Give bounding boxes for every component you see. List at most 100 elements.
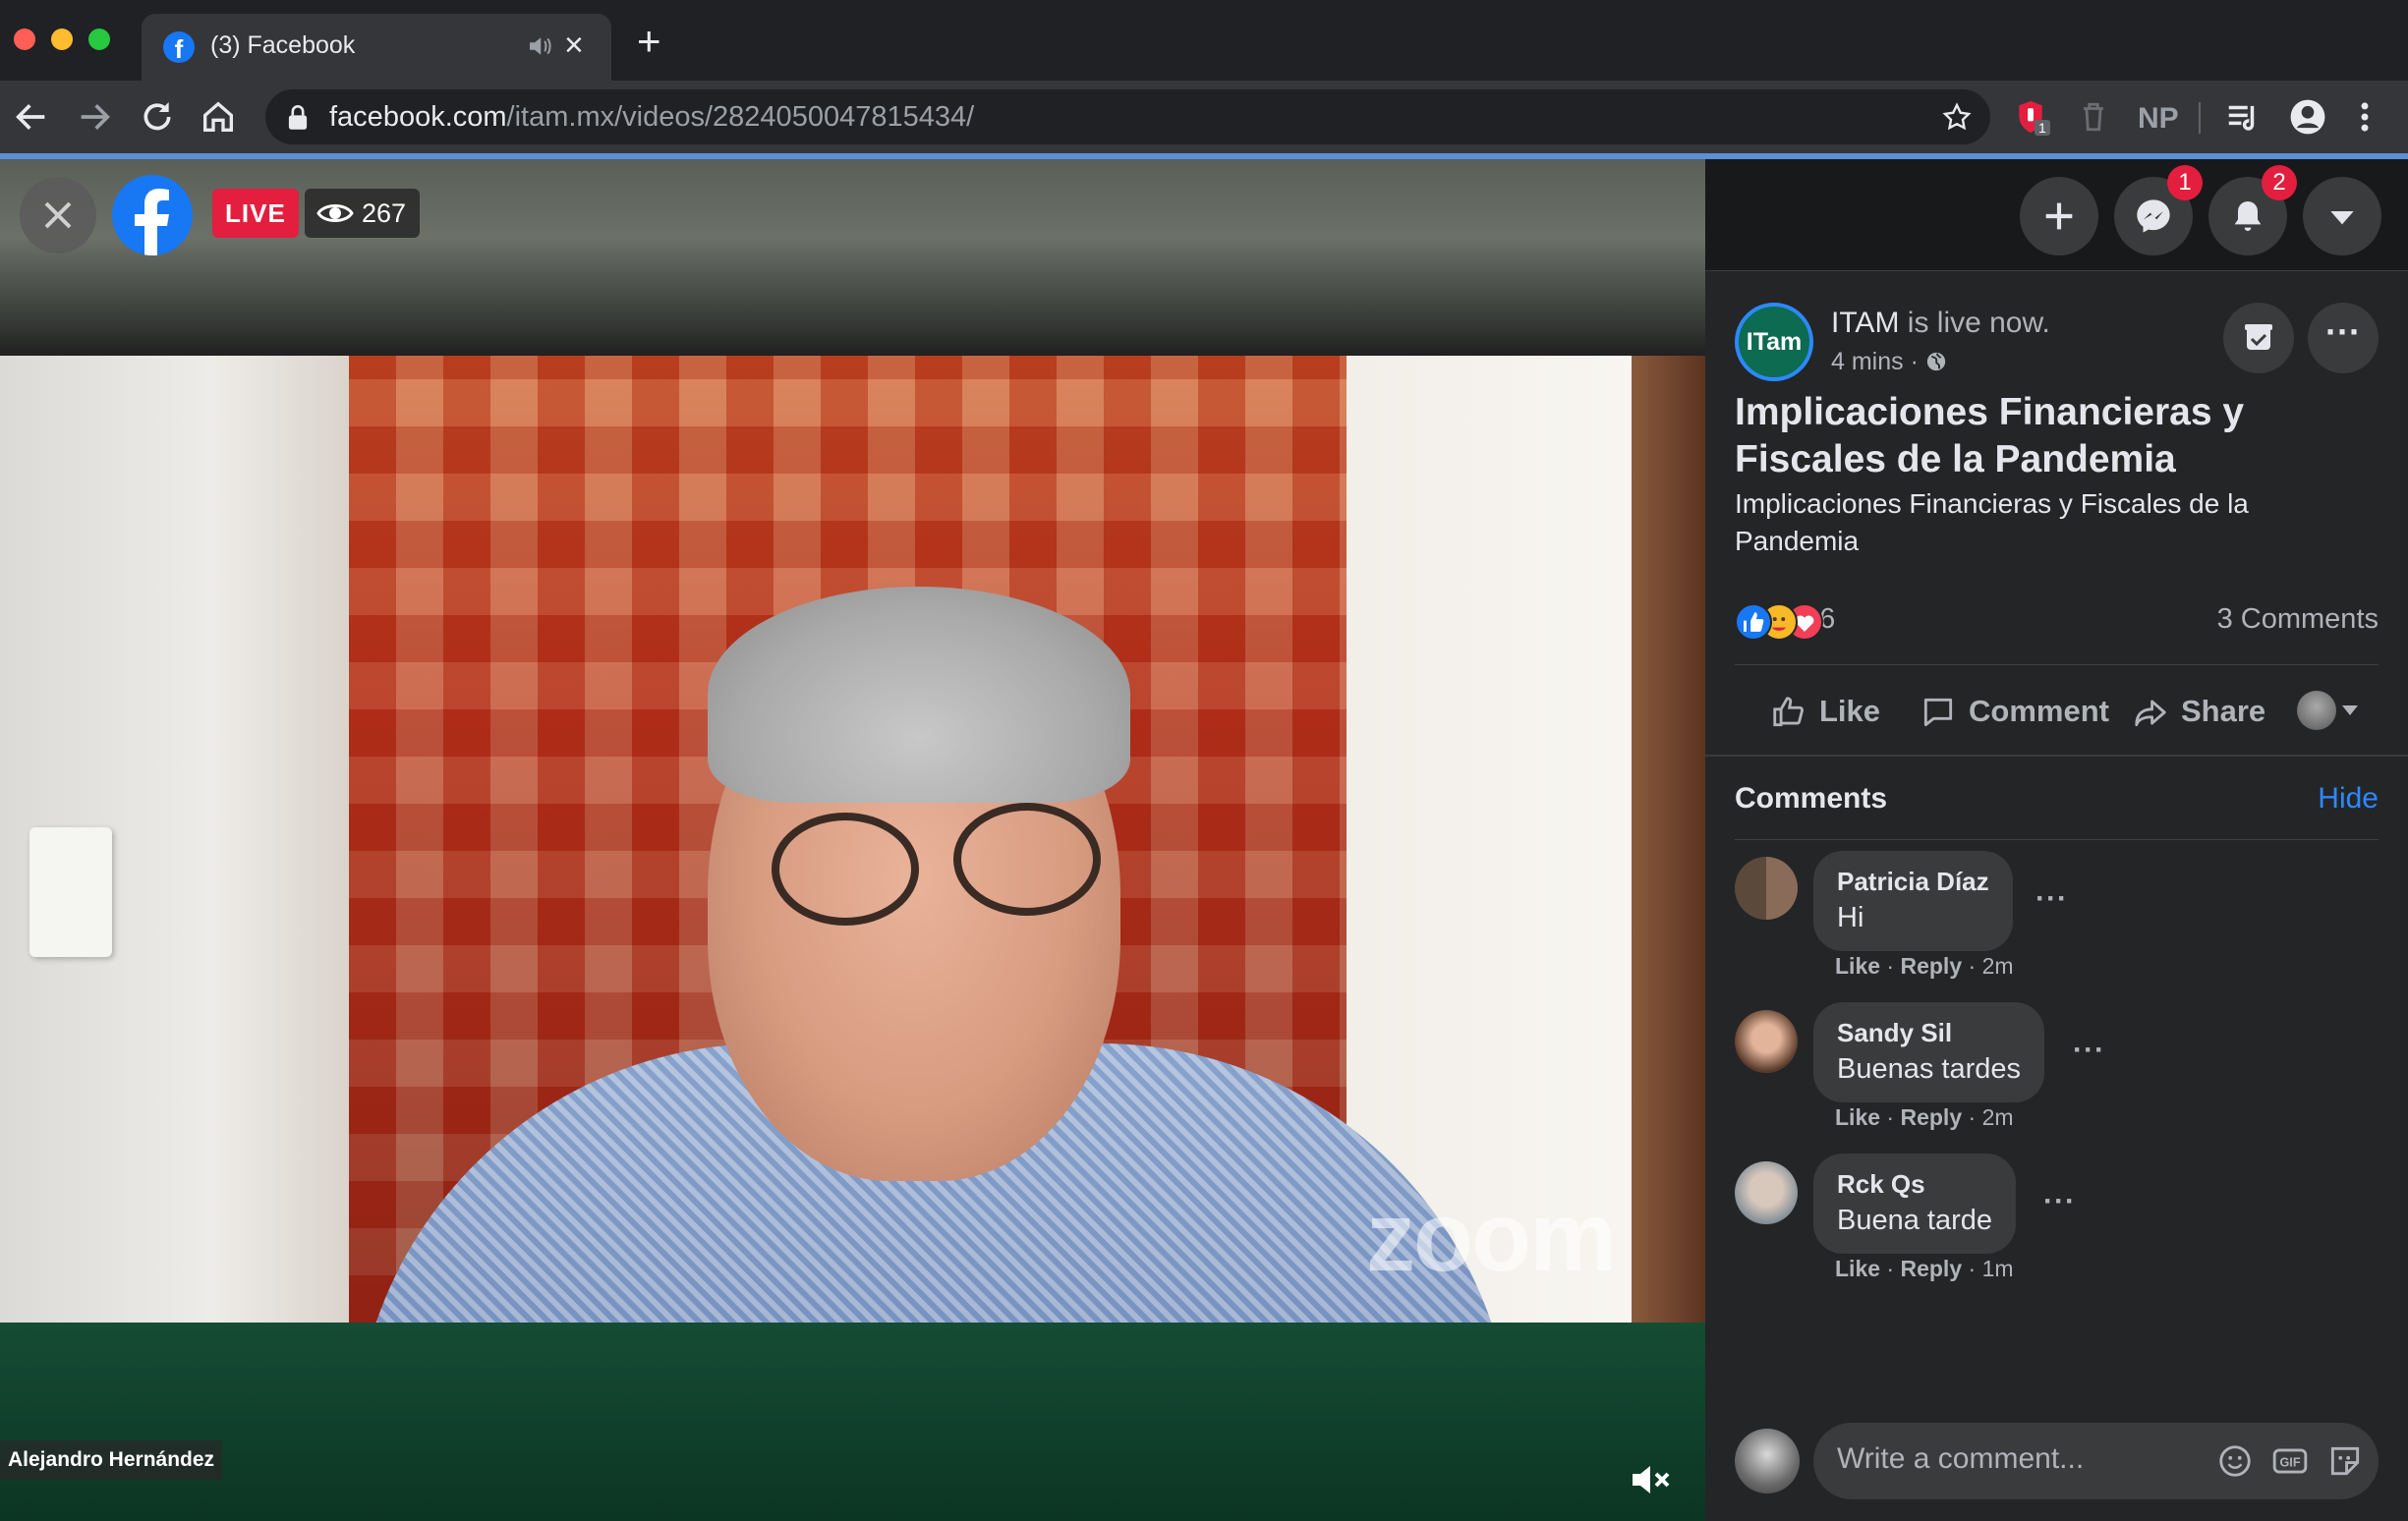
commenter-avatar[interactable] — [1735, 1161, 1798, 1224]
post-author: ITAM is live now. — [1831, 307, 2050, 339]
globe-icon — [1926, 352, 1946, 371]
share-icon — [2135, 700, 2166, 727]
emoji-icon[interactable] — [2216, 1442, 2254, 1480]
comment-reply-link[interactable]: Reply — [1900, 1104, 1962, 1130]
comment-icon — [1923, 698, 1953, 727]
window-zoom-dot[interactable] — [88, 28, 110, 50]
post-title: Implicaciones Financieras y Fiscales de … — [1735, 391, 2245, 480]
account-menu-button[interactable] — [2303, 177, 2381, 255]
commenter-avatar[interactable] — [1735, 1010, 1798, 1073]
close-icon — [44, 201, 72, 229]
page-name-link[interactable]: ITAM — [1831, 307, 1899, 339]
tab-title: (3) Facebook — [210, 31, 356, 59]
like-icon — [1773, 697, 1804, 727]
video-light-switch — [29, 827, 112, 957]
comment-bubble: Sandy Sil Buenas tardes — [1813, 1002, 2045, 1102]
comment-options-icon[interactable]: ··· — [2043, 1185, 2076, 1218]
mute-icon[interactable] — [1627, 1456, 1674, 1503]
forward-icon[interactable] — [75, 97, 114, 137]
comment-time[interactable]: 1m — [1982, 1256, 2014, 1281]
address-bar[interactable]: facebook.com/itam.mx/videos/282405004781… — [265, 89, 1990, 144]
tab-close-icon[interactable]: × — [564, 26, 584, 65]
comment-time[interactable]: 2m — [1982, 1104, 2014, 1130]
browser-tab[interactable]: f (3) Facebook × — [142, 14, 611, 81]
comment-meta: Like · Reply · 2m — [1835, 953, 2014, 979]
current-user-avatar[interactable] — [1735, 1429, 1800, 1493]
comment-input[interactable]: Write a comment... GIF — [1813, 1423, 2379, 1499]
comment-button[interactable]: Comment — [1920, 684, 2109, 739]
notifications-button[interactable]: 2 — [2208, 165, 2297, 255]
window-close-dot[interactable] — [14, 28, 35, 50]
home-icon[interactable] — [199, 97, 238, 137]
comment-text: Buena tarde — [1837, 1205, 1993, 1236]
post-side-panel: 1 2 ITam ITAM is live now. 4 mins · ··· … — [1705, 159, 2408, 1521]
facebook-logo-icon[interactable] — [112, 175, 193, 255]
share-button[interactable]: Share — [2132, 684, 2265, 739]
post-description: Implicaciones Financieras y Fiscales de … — [1735, 488, 2249, 556]
sticker-icon[interactable] — [2326, 1442, 2364, 1480]
reload-icon[interactable] — [138, 97, 177, 137]
close-video-button[interactable] — [20, 177, 96, 254]
video-glasses-right — [953, 803, 1101, 916]
facebook-icon: f — [163, 31, 195, 63]
post-more-options-button[interactable]: ··· — [2308, 303, 2379, 373]
video-person-hair — [708, 587, 1130, 803]
commenter-name[interactable]: Patricia Díaz — [1837, 865, 1989, 898]
audio-icon[interactable] — [525, 31, 554, 61]
panel-separator — [1705, 755, 2408, 757]
comment-text: Hi — [1837, 902, 1864, 933]
lock-icon — [288, 105, 308, 130]
url-text: facebook.com/itam.mx/videos/282405004781… — [329, 101, 975, 133]
comment-time[interactable]: 2m — [1982, 953, 2014, 979]
save-post-button[interactable] — [2223, 303, 2294, 373]
create-button[interactable] — [2020, 177, 2098, 255]
comment-meta: Like · Reply · 2m — [1835, 1104, 2014, 1130]
extension-badge: 1 — [2035, 120, 2050, 136]
zoom-watermark: zoom — [1366, 1182, 1617, 1292]
comment-like-link[interactable]: Like — [1835, 953, 1880, 979]
itam-page-avatar[interactable]: ITam — [1735, 303, 1813, 381]
viewer-count: 267 — [305, 189, 421, 238]
comment-bubble: Patricia Díaz Hi — [1813, 851, 2013, 951]
comment-options-icon[interactable]: ··· — [2035, 882, 2068, 916]
np-extension-icon[interactable]: NP — [2138, 102, 2179, 140]
comments-heading: Comments — [1735, 782, 1888, 815]
comment-reply-link[interactable]: Reply — [1900, 953, 1962, 979]
comment-reply-link[interactable]: Reply — [1900, 1256, 1962, 1281]
messenger-button[interactable]: 1 — [2114, 165, 2203, 255]
commenter-avatar[interactable] — [1735, 857, 1798, 920]
profile-icon[interactable] — [2287, 98, 2328, 136]
caret-down-icon[interactable] — [2342, 705, 2358, 715]
comment-count[interactable]: 3 Comments — [2217, 603, 2379, 636]
live-video-player[interactable]: zoom Alejandro Hernández LIVE 267 — [0, 159, 1705, 1521]
bell-icon — [2234, 201, 2262, 231]
notifications-badge: 2 — [2262, 165, 2297, 200]
hide-comments-link[interactable]: Hide — [2318, 782, 2379, 816]
like-button[interactable]: Like — [1770, 684, 1880, 739]
comments-divider — [1735, 839, 2379, 840]
gif-icon[interactable]: GIF — [2271, 1442, 2309, 1480]
comment-text: Buenas tardes — [1837, 1053, 2022, 1085]
menu-icon[interactable] — [2355, 98, 2375, 136]
video-frame: zoom — [0, 356, 1705, 1323]
comment-like-link[interactable]: Like — [1835, 1104, 1880, 1130]
extension-shield-icon[interactable]: 1 — [2013, 98, 2052, 136]
commenter-name[interactable]: Sandy Sil — [1837, 1016, 2021, 1049]
share-as-avatar[interactable] — [2297, 691, 2336, 730]
post-timestamp[interactable]: 4 mins · — [1831, 348, 1947, 376]
back-icon[interactable] — [12, 97, 51, 137]
toolbar-divider — [2199, 102, 2201, 134]
comment-bubble: Rck Qs Buena tarde — [1813, 1154, 2017, 1254]
speaker-name-tag: Alejandro Hernández — [0, 1440, 223, 1480]
bookmark-star-icon[interactable] — [1941, 101, 1973, 133]
commenter-name[interactable]: Rck Qs — [1837, 1167, 1992, 1201]
browser-tab-bar: f (3) Facebook × + — [0, 0, 2408, 81]
media-queue-icon[interactable] — [2224, 98, 2262, 136]
live-badge: LIVE — [212, 189, 299, 238]
svg-text:GIF: GIF — [2279, 1456, 2300, 1470]
comment-options-icon[interactable]: ··· — [2073, 1034, 2105, 1067]
trash-extension-icon[interactable] — [2077, 98, 2110, 136]
window-minimize-dot[interactable] — [51, 28, 73, 50]
new-tab-plus-icon[interactable]: + — [637, 21, 661, 62]
comment-like-link[interactable]: Like — [1835, 1256, 1880, 1281]
